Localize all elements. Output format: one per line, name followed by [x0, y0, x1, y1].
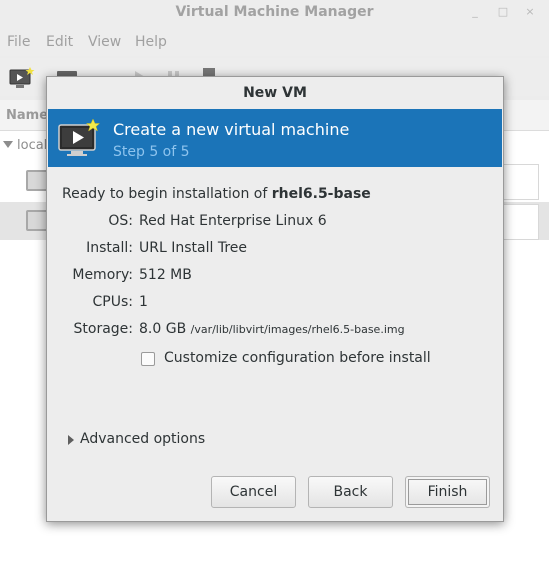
storage-label: Storage: [73, 321, 134, 337]
vm-cpu-graph [498, 204, 539, 240]
main-window-title: Virtual Machine Manager [175, 4, 374, 20]
cpus-label: CPUs: [92, 294, 133, 310]
summary-heading: Ready to begin installation of rhel6.5-b… [62, 186, 371, 202]
close-icon[interactable]: × [524, 6, 536, 18]
back-button[interactable]: Back [308, 476, 393, 508]
expander-arrow-icon[interactable] [68, 435, 74, 445]
memory-label: Memory: [72, 267, 133, 283]
install-row: Install: URL Install Tree [47, 240, 503, 260]
menu-view[interactable]: View [88, 34, 121, 50]
memory-value: 512 MB [139, 267, 192, 283]
banner-title: Create a new virtual machine [113, 120, 350, 139]
advanced-options-expander[interactable]: Advanced options [80, 431, 205, 447]
vm-name: rhel6.5-base [271, 186, 371, 202]
cpus-row: CPUs: 1 [47, 294, 503, 314]
menu-help[interactable]: Help [135, 34, 167, 50]
memory-row: Memory: 512 MB [47, 267, 503, 287]
vm-cpu-graph [498, 164, 539, 200]
customize-checkbox-label[interactable]: Customize configuration before install [164, 350, 431, 366]
column-name-header[interactable]: Name [6, 108, 48, 123]
expand-arrow-icon[interactable] [3, 141, 13, 149]
new-vm-dialog: New VM Create a new virtual machine Step… [46, 76, 504, 522]
storage-value: 8.0 GB /var/lib/libvirt/images/rhel6.5-b… [139, 321, 405, 337]
install-value: URL Install Tree [139, 240, 247, 256]
main-window-titlebar: Virtual Machine Manager _ □ × [0, 0, 549, 28]
os-label: OS: [108, 213, 133, 229]
customize-checkbox[interactable] [141, 352, 155, 366]
new-vm-icon [58, 118, 100, 156]
new-vm-icon[interactable] [9, 66, 35, 90]
storage-row: Storage: 8.0 GB /var/lib/libvirt/images/… [47, 321, 503, 341]
minimize-icon[interactable]: _ [469, 6, 481, 18]
install-label: Install: [86, 240, 133, 256]
storage-path: /var/lib/libvirt/images/rhel6.5-base.img [190, 323, 405, 336]
cancel-button[interactable]: Cancel [211, 476, 296, 508]
menu-file[interactable]: File [7, 34, 30, 50]
summary-prefix: Ready to begin installation of [62, 186, 268, 202]
menu-edit[interactable]: Edit [46, 34, 73, 50]
maximize-icon[interactable]: □ [497, 6, 509, 18]
wizard-banner: Create a new virtual machine Step 5 of 5 [48, 109, 502, 167]
finish-button[interactable]: Finish [405, 476, 490, 508]
storage-size: 8.0 GB [139, 321, 187, 337]
dialog-title: New VM [243, 85, 307, 101]
step-indicator: Step 5 of 5 [113, 144, 190, 160]
os-row: OS: Red Hat Enterprise Linux 6 [47, 213, 503, 233]
os-value: Red Hat Enterprise Linux 6 [139, 213, 327, 229]
menubar: File Edit View Help [0, 28, 549, 56]
cpus-value: 1 [139, 294, 148, 310]
